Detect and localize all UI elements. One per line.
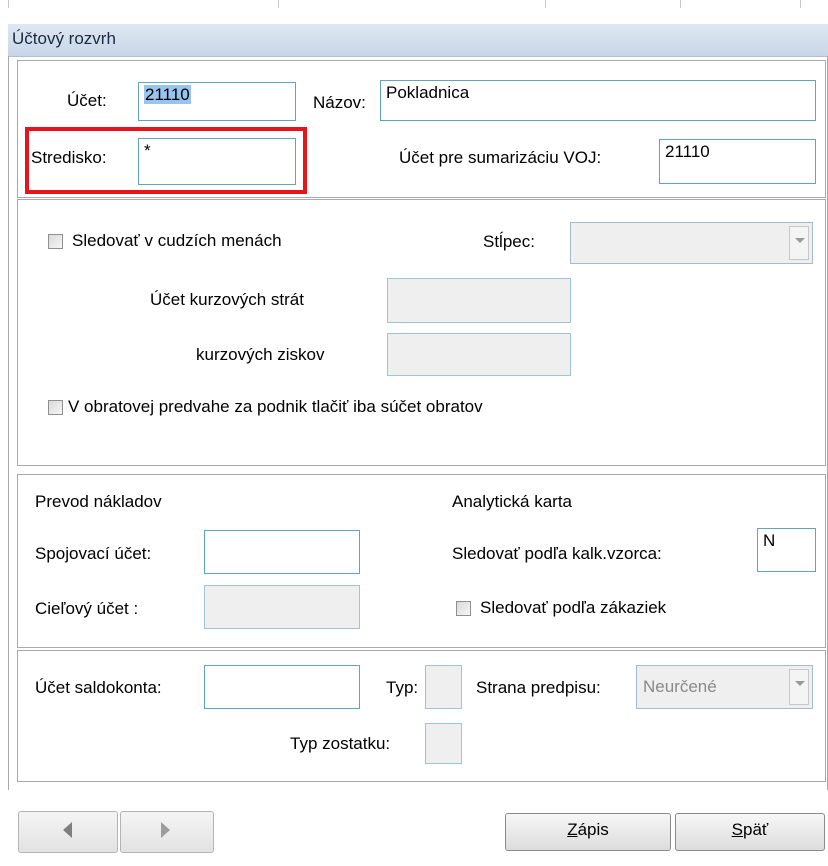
ucet-value: 21110 [144,85,191,104]
previous-record-button[interactable] [18,811,118,853]
ucet-input[interactable]: 21110 [138,82,296,121]
chevron-down-icon[interactable] [789,226,809,260]
kurzove-straty-label: Účet kurzových strát [150,290,304,309]
nazov-input[interactable]: Pokladnica [380,80,816,121]
typ-zostatku-label: Typ zostatku: [290,734,391,753]
zapis-mnemonic: Z [567,820,578,839]
divider [545,0,546,8]
spojovaci-label: Spojovací účet: [35,544,152,563]
zakazky-label: Sledovať podľa zákaziek [480,598,667,617]
arrow-right-icon [161,822,170,838]
typ-zostatku-input[interactable] [425,723,462,764]
cielovy-input[interactable] [204,585,360,629]
window-title: Účtový rozvrh [12,29,116,48]
divider [8,0,9,8]
window-border-left [8,56,9,791]
stredisko-value: * [144,141,151,160]
prevod-heading: Prevod nákladov [35,492,162,511]
cudzie-meny-checkbox[interactable] [48,234,63,249]
stredisko-label: Stredisko: [31,148,107,167]
nazov-value: Pokladnica [386,83,470,102]
strana-label: Strana predpisu: [476,678,601,697]
analyticka-heading: Analytická karta [452,492,572,511]
window-title-bar: Účtový rozvrh [8,24,828,57]
kurzove-straty-input[interactable] [387,278,571,323]
saldokonto-input[interactable] [204,665,360,709]
arrow-left-icon [63,822,72,838]
sumarizacia-value: 21110 [665,142,710,161]
obratova-label: V obratovej predvahe za podnik tlačiť ib… [68,397,483,416]
spat-button[interactable]: Späť [675,813,825,851]
divider [680,0,681,8]
cielovy-label: Cieľový účet : [35,599,139,618]
top-strip [0,0,828,24]
divider [278,0,279,8]
stlpec-label: Stĺpec: [483,232,535,251]
next-record-button[interactable] [120,811,214,853]
obratova-checkbox[interactable] [48,400,63,415]
nazov-label: Názov: [313,93,366,112]
spat-mnemonic: S [731,820,744,839]
spat-label: päť [743,820,769,839]
chevron-down-icon[interactable] [789,669,809,705]
sumarizacia-input[interactable]: 21110 [659,139,816,184]
kalk-label: Sledovať podľa kalk.vzorca: [452,544,662,563]
kurzove-zisky-input[interactable] [387,333,571,376]
saldokonto-label: Účet saldokonta: [35,678,162,697]
strana-select[interactable]: Neurčené [636,665,813,709]
kalk-input[interactable]: N [757,528,816,572]
zapis-label: ápis [577,820,609,839]
divider [800,0,801,8]
kalk-value: N [763,531,776,550]
stlpec-select[interactable] [570,222,813,264]
sumarizacia-label: Účet pre sumarizáciu VOJ: [399,148,602,167]
cudzie-meny-label: Sledovať v cudzích menách [72,231,282,250]
spojovaci-input[interactable] [204,530,360,574]
strana-value: Neurčené [643,677,717,696]
kurzove-zisky-label: kurzových ziskov [196,345,325,364]
stredisko-input[interactable]: * [138,138,296,185]
typ-input[interactable] [425,665,462,709]
typ-label: Typ: [386,678,419,697]
ucet-label: Účet: [67,91,107,110]
zakazky-checkbox[interactable] [456,601,471,616]
zapis-button[interactable]: Zápis [505,813,671,851]
